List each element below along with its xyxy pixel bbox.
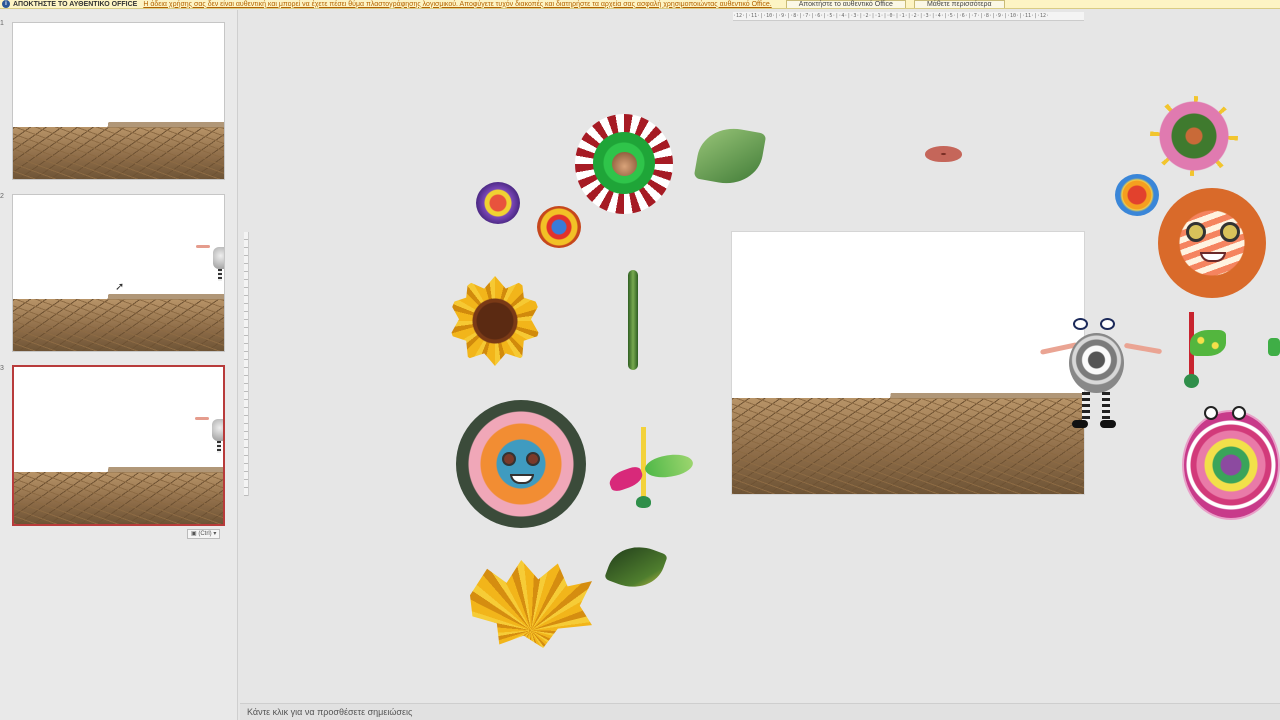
striped-pink-flower-sticker[interactable] bbox=[1182, 406, 1280, 520]
blue-sun-sticker[interactable] bbox=[1115, 174, 1159, 216]
pink-flower-sticker[interactable] bbox=[1150, 96, 1238, 176]
sunflower-sticker[interactable] bbox=[450, 276, 540, 366]
small-sun-sticker[interactable] bbox=[537, 206, 581, 248]
green-spotted-leaf-sticker[interactable] bbox=[1190, 330, 1226, 356]
robot-character-sticker[interactable] bbox=[1039, 318, 1163, 436]
paste-options-button[interactable]: ▣ (Ctrl) ▾ bbox=[187, 529, 221, 539]
slide-thumbnails-pane: 1 2 3 ▣ (Ctrl) ▾ bbox=[0, 10, 238, 720]
horizontal-ruler[interactable]: ·12·|·11·|·10·|·9·|·8·|·7·|·6·|·5·|·4·|·… bbox=[733, 12, 1084, 21]
slide-number-1: 1 bbox=[0, 20, 4, 27]
learn-more-button[interactable]: Μάθετε περισσότερα bbox=[913, 0, 1005, 8]
notice-message-link[interactable]: Η άδεια χρήσης σας δεν είναι αυθεντική κ… bbox=[143, 0, 771, 8]
green-ribbon-sticker[interactable] bbox=[643, 449, 695, 483]
orange-face-flower-sticker[interactable] bbox=[456, 400, 586, 528]
edge-leaf-sticker[interactable] bbox=[1268, 338, 1280, 356]
pink-ribbon-sticker[interactable] bbox=[606, 464, 646, 494]
slide-number-2: 2 bbox=[0, 193, 4, 200]
cracked-desert-image bbox=[13, 294, 224, 351]
slide-thumbnail-3[interactable] bbox=[12, 365, 225, 526]
get-genuine-office-button[interactable]: Αποκτήστε το αυθεντικό Office bbox=[785, 0, 906, 8]
pole-base-sticker[interactable] bbox=[636, 496, 651, 508]
main-slide-canvas[interactable] bbox=[732, 232, 1084, 494]
info-icon: i bbox=[2, 0, 10, 8]
notes-placeholder[interactable]: Κάντε κλικ για να προσθέσετε σημειώσεις bbox=[247, 707, 412, 717]
vertical-ruler[interactable] bbox=[244, 232, 249, 496]
green-leaf-sticker[interactable] bbox=[693, 122, 767, 190]
cracked-desert-image[interactable] bbox=[732, 393, 1084, 494]
striped-face-flower-sticker[interactable] bbox=[1158, 188, 1266, 298]
green-base-sticker[interactable] bbox=[1184, 374, 1199, 388]
slide-number-3: 3 bbox=[0, 365, 4, 372]
robot-sticker-peek bbox=[195, 411, 223, 455]
mouse-pointer-icon: ➚ bbox=[115, 281, 125, 293]
slide-thumbnail-2[interactable] bbox=[12, 194, 225, 352]
cracked-desert-image bbox=[14, 467, 223, 524]
green-stem-sticker[interactable] bbox=[628, 270, 638, 370]
cracked-desert-image bbox=[13, 122, 224, 179]
purple-face-sticker[interactable] bbox=[476, 182, 520, 224]
robot-sticker-peek bbox=[196, 239, 224, 283]
dark-leaf-sticker[interactable] bbox=[604, 537, 668, 597]
slide-thumbnail-1[interactable] bbox=[12, 22, 225, 180]
license-notice-bar: i ΑΠΟΚΤΗΣΤΕ ΤΟ ΑΥΘΕΝΤΙΚΟ OFFICE Η άδεια … bbox=[0, 0, 1280, 9]
paste-options-label: (Ctrl) ▾ bbox=[198, 531, 217, 537]
clipboard-icon: ▣ bbox=[191, 531, 197, 537]
red-sun-face-sticker[interactable] bbox=[575, 114, 673, 214]
sunflower-side-sticker[interactable] bbox=[470, 560, 592, 648]
notice-title: ΑΠΟΚΤΗΣΤΕ ΤΟ ΑΥΘΕΝΤΙΚΟ OFFICE bbox=[13, 0, 138, 8]
lips-sticker[interactable] bbox=[925, 146, 962, 162]
